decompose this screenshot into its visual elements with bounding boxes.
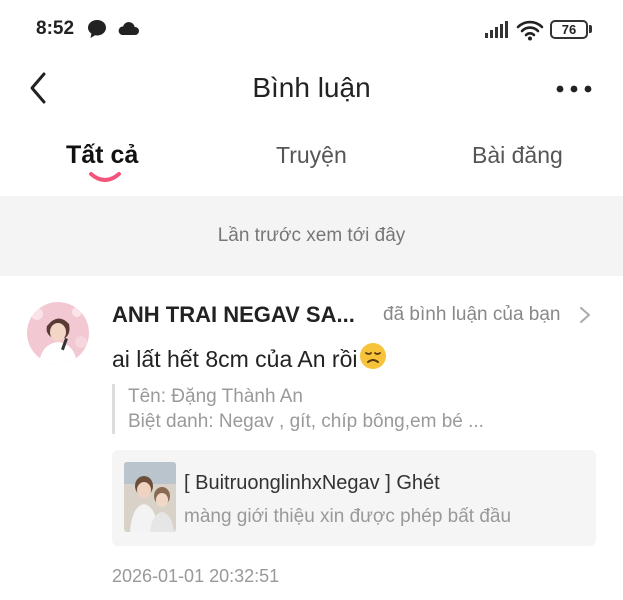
header-bar: Bình luận <box>0 60 623 120</box>
story-reference-card[interactable]: [ BuitruonglinhxNegav ] Ghét màng giới t… <box>112 450 596 546</box>
comment-text-content: ai lất hết 8cm của An rồi <box>112 346 358 373</box>
disappointed-face-icon <box>359 342 387 376</box>
comment-author[interactable]: ANH TRAI NEGAV SA... <box>112 302 355 328</box>
tab-all[interactable]: Tất cả <box>66 141 138 170</box>
comment-timestamp: 2026-01-01 20:32:51 <box>112 566 280 586</box>
cloud-icon <box>116 18 140 43</box>
battery-icon: 76 <box>550 20 588 39</box>
quote-line-nickname: Biệt danh: Negav , gít, chíp bông,em bé … <box>128 411 484 432</box>
status-time: 8:52 <box>36 18 75 39</box>
tab-truyen[interactable]: Truyện <box>276 142 347 169</box>
avatar[interactable] <box>27 302 89 364</box>
story-thumbnail <box>124 462 176 532</box>
last-seen-divider: Lần trước xem tới đây <box>0 196 623 276</box>
story-subtitle: màng giới thiệu xin được phép bất đầu <box>184 506 512 527</box>
active-tab-indicator <box>88 170 122 189</box>
page-title: Bình luận <box>252 72 371 103</box>
comment-action: đã bình luận của bạn <box>383 304 561 325</box>
status-bar: 8:52 76 <box>0 0 623 60</box>
quoted-original-comment: Tên: Đặng Thành An Biệt danh: Negav , gí… <box>112 384 592 434</box>
comment-item[interactable]: ANH TRAI NEGAV SA... đã bình luận của bạ… <box>0 276 623 600</box>
comment-text: ai lất hết 8cm của An rồi <box>112 343 387 376</box>
signal-icon <box>484 20 510 43</box>
wifi-icon <box>516 19 544 46</box>
tab-bar: Tất cả Truyện Bài đăng <box>0 130 623 194</box>
tab-bai-dang[interactable]: Bài đăng <box>472 142 563 169</box>
chevron-right-icon[interactable] <box>579 306 591 329</box>
quote-line-name: Tên: Đặng Thành An <box>128 386 303 407</box>
chat-bubble-icon <box>86 18 108 45</box>
battery-nub <box>589 25 592 33</box>
story-title: [ BuitruonglinhxNegav ] Ghét <box>184 472 440 494</box>
more-dots-icon[interactable] <box>556 81 592 99</box>
